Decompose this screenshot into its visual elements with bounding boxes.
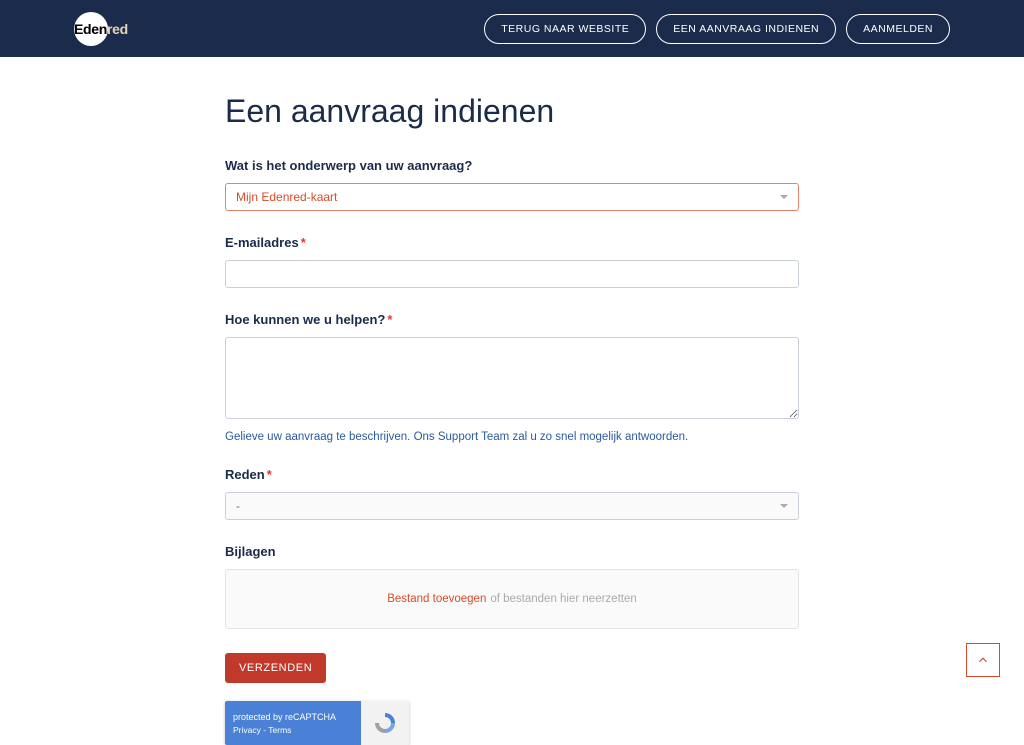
field-help: Hoe kunnen we u helpen?* Gelieve uw aanv… (225, 312, 799, 443)
nav-back-to-site[interactable]: TERUG NAAR WEBSITE (484, 14, 646, 44)
help-label: Hoe kunnen we u helpen?* (225, 312, 799, 327)
brand-logo[interactable]: Edenred (74, 12, 134, 46)
page-title: Een aanvraag indienen (225, 93, 799, 130)
subject-selected-value: Mijn Edenred-kaart (236, 190, 337, 204)
brand-name: Edenred (74, 21, 128, 37)
field-attachments: Bijlagen Bestand toevoegen of bestanden … (225, 544, 799, 629)
field-subject: Wat is het onderwerp van uw aanvraag? Mi… (225, 158, 799, 211)
recaptcha-icon (373, 711, 397, 735)
nav-sign-in[interactable]: AANMELDEN (846, 14, 950, 44)
required-icon: * (387, 312, 392, 327)
reason-selected-value: - (236, 499, 240, 513)
header-nav: TERUG NAAR WEBSITE EEN AANVRAAG INDIENEN… (484, 14, 950, 44)
required-icon: * (267, 467, 272, 482)
email-label: E-mailadres* (225, 235, 799, 250)
help-hint: Gelieve uw aanvraag te beschrijven. Ons … (225, 431, 799, 443)
recaptcha-line2[interactable]: Privacy - Terms (233, 725, 353, 735)
subject-select[interactable]: Mijn Edenred-kaart (225, 183, 799, 211)
attachments-label: Bijlagen (225, 544, 799, 559)
help-label-text: Hoe kunnen we u helpen? (225, 312, 385, 327)
field-reason: Reden* - (225, 467, 799, 520)
reason-label: Reden* (225, 467, 799, 482)
request-form-container: Een aanvraag indienen Wat is het onderwe… (225, 57, 799, 745)
scroll-to-top-button[interactable] (966, 643, 1000, 677)
recaptcha-line1: protected by reCAPTCHA (233, 712, 353, 722)
add-file-link[interactable]: Bestand toevoegen (387, 593, 486, 605)
attachment-dropzone[interactable]: Bestand toevoegen of bestanden hier neer… (225, 569, 799, 629)
submit-button[interactable]: VERZENDEN (225, 653, 326, 683)
email-label-text: E-mailadres (225, 235, 299, 250)
chevron-down-icon (780, 195, 788, 199)
recaptcha-text: protected by reCAPTCHA Privacy - Terms (225, 701, 361, 745)
help-textarea[interactable] (225, 337, 799, 419)
field-email: E-mailadres* (225, 235, 799, 288)
nav-submit-request[interactable]: EEN AANVRAAG INDIENEN (656, 14, 836, 44)
reason-select[interactable]: - (225, 492, 799, 520)
subject-label: Wat is het onderwerp van uw aanvraag? (225, 158, 799, 173)
required-icon: * (301, 235, 306, 250)
recaptcha-badge: protected by reCAPTCHA Privacy - Terms (225, 701, 409, 745)
email-input[interactable] (225, 260, 799, 288)
chevron-down-icon (780, 504, 788, 508)
dropzone-rest-text: of bestanden hier neerzetten (490, 593, 636, 605)
recaptcha-logo-box (361, 701, 409, 745)
reason-label-text: Reden (225, 467, 265, 482)
site-header: Edenred TERUG NAAR WEBSITE EEN AANVRAAG … (0, 0, 1024, 57)
chevron-up-icon (976, 653, 990, 667)
